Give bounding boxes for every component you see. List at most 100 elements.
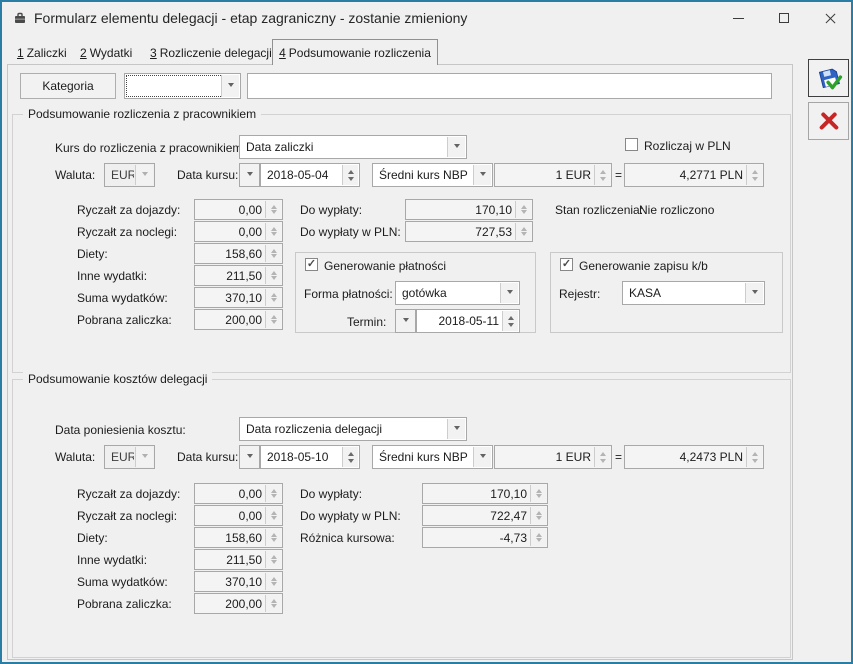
rozliczaj-pln-checkbox[interactable]: [625, 138, 638, 151]
do-wyplaty-value: 170,10: [406, 203, 532, 217]
spinner[interactable]: [530, 485, 546, 502]
tab-label: Podsumowanie rozliczenia: [289, 46, 431, 60]
ryczalt-dojazdy-field[interactable]: 0,00: [194, 483, 283, 504]
spinner[interactable]: [515, 201, 531, 218]
amount-label: Inne wydatki:: [77, 552, 147, 568]
do-wyplaty-pln-value: 722,47: [423, 509, 547, 523]
waluta-label: Waluta:: [55, 449, 95, 465]
ryczalt-noclegi-field[interactable]: 0,00: [194, 221, 283, 242]
tab-rozliczenie-delegacji[interactable]: 3Rozliczenie delegacji: [150, 46, 272, 60]
diety-field[interactable]: 158,60: [194, 527, 283, 548]
waluta-combobox[interactable]: EUR: [104, 163, 155, 187]
suma-wydatkow-field[interactable]: 370,10: [194, 287, 283, 308]
rate-base-field[interactable]: 1 EUR: [494, 163, 612, 187]
chevron-down-icon[interactable]: [447, 137, 465, 157]
waluta-combobox[interactable]: EUR: [104, 445, 155, 469]
waluta-label: Waluta:: [55, 167, 95, 183]
spinner[interactable]: [265, 245, 281, 262]
generowanie-platnosci-checkbox[interactable]: ✓: [305, 258, 318, 271]
tab-number: 2: [80, 46, 87, 60]
rejestr-combobox[interactable]: KASA: [622, 281, 765, 305]
do-wyplaty-field[interactable]: 170,10: [422, 483, 548, 504]
amount-label: Diety:: [77, 530, 108, 546]
spinner[interactable]: [530, 507, 546, 524]
kurs-typ-combobox[interactable]: Średni kurs NBP: [372, 163, 493, 187]
spinner[interactable]: [515, 223, 531, 240]
spinner[interactable]: [502, 311, 518, 331]
ryczalt-noclegi-field[interactable]: 0,00: [194, 505, 283, 526]
termin-field[interactable]: 2018-05-11: [416, 309, 520, 333]
chevron-down-icon[interactable]: [745, 283, 763, 303]
data-poniesienia-combobox[interactable]: Data rozliczenia delegacji: [239, 417, 467, 441]
do-wyplaty-pln-value: 727,53: [406, 225, 532, 239]
spinner[interactable]: [265, 507, 281, 524]
date-picker-button[interactable]: [239, 163, 260, 187]
inne-wydatki-field[interactable]: 211,50: [194, 265, 283, 286]
rate-pln-field[interactable]: 4,2771 PLN: [624, 163, 764, 187]
tab-podsumowanie-rozliczenia[interactable]: 4Podsumowanie rozliczenia: [272, 39, 438, 65]
kurs-rozliczenia-combobox[interactable]: Data zaliczki: [239, 135, 467, 159]
kurs-rozliczenia-label: Kurs do rozliczenia z pracownikiem:: [55, 140, 246, 156]
waluta-value: EUR: [111, 168, 134, 182]
kategoria-button[interactable]: Kategoria: [20, 73, 116, 99]
data-kursu-field[interactable]: 2018-05-04: [260, 163, 360, 187]
ryczalt-dojazdy-field[interactable]: 0,00: [194, 199, 283, 220]
spinner[interactable]: [265, 201, 281, 218]
spinner[interactable]: [342, 165, 358, 185]
do-wyplaty-label: Do wypłaty:: [300, 202, 362, 218]
do-wyplaty-pln-field[interactable]: 722,47: [422, 505, 548, 526]
spinner[interactable]: [342, 447, 358, 467]
kurs-typ-combobox[interactable]: Średni kurs NBP: [372, 445, 493, 469]
minimize-button[interactable]: [715, 3, 761, 33]
chevron-down-icon[interactable]: [500, 283, 518, 303]
spinner[interactable]: [265, 573, 281, 590]
cancel-button[interactable]: [808, 102, 849, 140]
tab-wydatki[interactable]: 2Wydatki: [80, 46, 132, 60]
spinner[interactable]: [746, 165, 762, 185]
suma-wydatkow-field[interactable]: 370,10: [194, 571, 283, 592]
kategoria-combobox[interactable]: [124, 73, 241, 99]
do-wyplaty-value: 170,10: [423, 487, 547, 501]
roznica-kursowa-field[interactable]: -4,73: [422, 527, 548, 548]
date-picker-button[interactable]: [239, 445, 260, 469]
close-button[interactable]: [807, 3, 853, 33]
spinner[interactable]: [594, 447, 610, 467]
do-wyplaty-pln-field[interactable]: 727,53: [405, 221, 533, 242]
spinner[interactable]: [265, 551, 281, 568]
spinner[interactable]: [265, 529, 281, 546]
maximize-button[interactable]: [761, 3, 807, 33]
rate-pln-field[interactable]: 4,2473 PLN: [624, 445, 764, 469]
do-wyplaty-field[interactable]: 170,10: [405, 199, 533, 220]
chevron-down-icon[interactable]: [473, 447, 491, 467]
rate-base-field[interactable]: 1 EUR: [494, 445, 612, 469]
generowanie-platnosci-label: Generowanie płatności: [324, 258, 446, 274]
forma-platnosci-combobox[interactable]: gotówka: [395, 281, 520, 305]
spinner[interactable]: [530, 529, 546, 546]
spinner[interactable]: [265, 311, 281, 328]
tab-zaliczki[interactable]: 1Zaliczki: [17, 46, 67, 60]
spinner[interactable]: [594, 165, 610, 185]
date-picker-button[interactable]: [395, 309, 416, 333]
spinner[interactable]: [265, 289, 281, 306]
spinner[interactable]: [265, 595, 281, 612]
close-icon: [824, 12, 837, 25]
spinner[interactable]: [265, 223, 281, 240]
save-button[interactable]: [808, 59, 849, 97]
generowanie-zapisu-checkbox[interactable]: ✓: [560, 258, 573, 271]
kategoria-description-input[interactable]: [247, 73, 772, 99]
rejestr-label: Rejestr:: [559, 286, 600, 302]
spinner[interactable]: [265, 267, 281, 284]
diety-field[interactable]: 158,60: [194, 243, 283, 264]
pobrana-zaliczka-field[interactable]: 200,00: [194, 593, 283, 614]
pobrana-zaliczka-field[interactable]: 200,00: [194, 309, 283, 330]
chevron-down-icon[interactable]: [473, 165, 491, 185]
spinner[interactable]: [746, 447, 762, 467]
tab-number: 4: [279, 46, 286, 60]
amount-label: Suma wydatków:: [77, 290, 168, 306]
data-kursu-field[interactable]: 2018-05-10: [260, 445, 360, 469]
chevron-down-icon[interactable]: [221, 75, 239, 97]
window-title: Formularz elementu delegacji - etap zagr…: [34, 10, 467, 26]
inne-wydatki-field[interactable]: 211,50: [194, 549, 283, 570]
chevron-down-icon[interactable]: [447, 419, 465, 439]
spinner[interactable]: [265, 485, 281, 502]
